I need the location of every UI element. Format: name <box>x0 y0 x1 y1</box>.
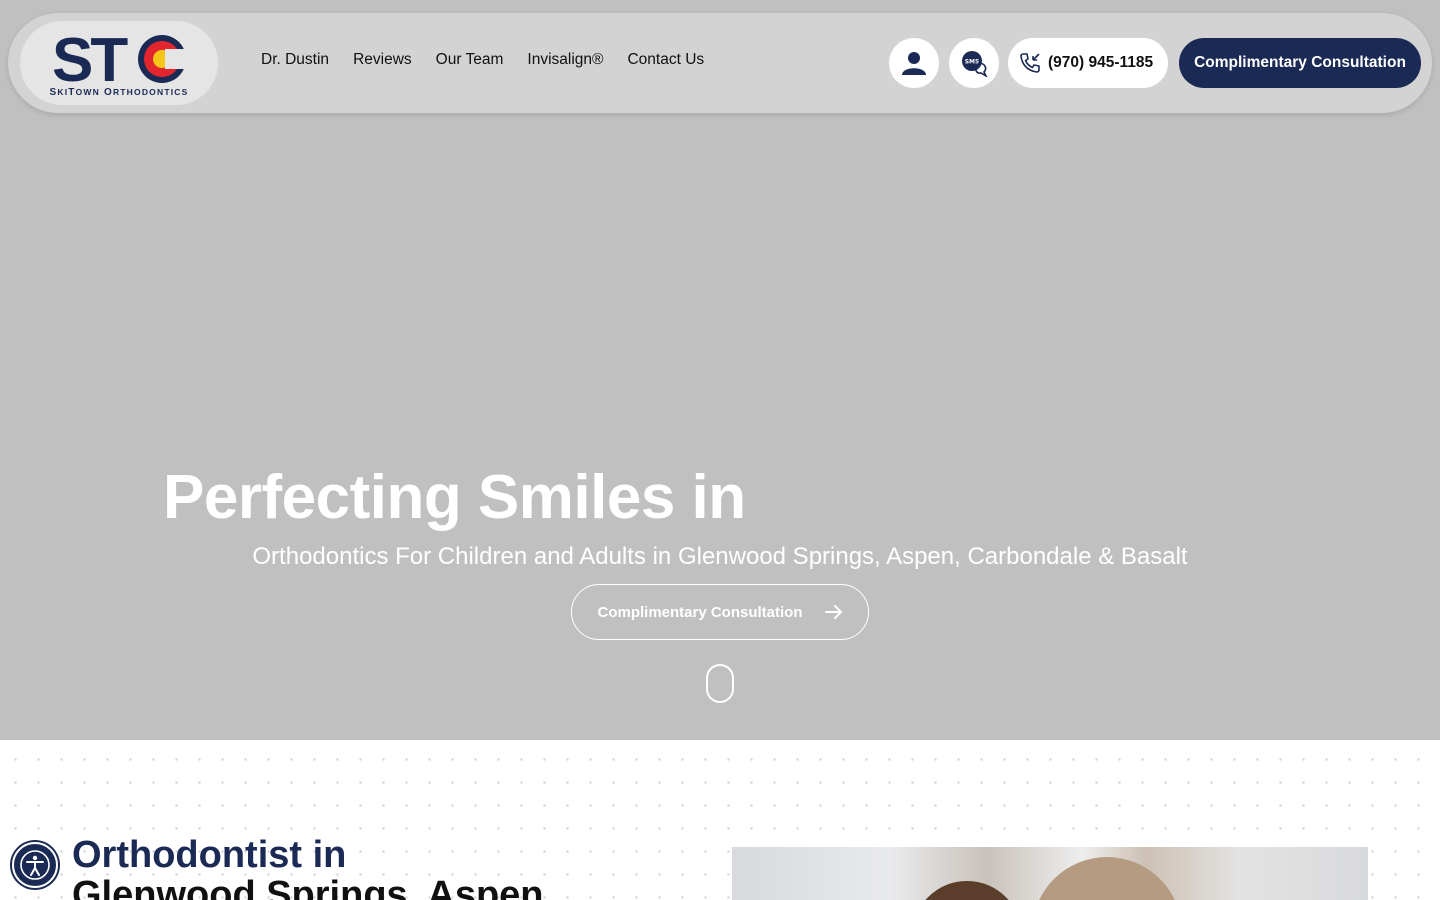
logo-sub-o: O <box>103 87 113 98</box>
intro-title-line2: Glenwood Springs, Aspen <box>72 874 544 900</box>
consultation-button[interactable]: Complimentary Consultation <box>1179 38 1421 88</box>
logo-sub-t: T <box>68 87 76 98</box>
logo[interactable]: ST SKITOWN ORTHODONTICS <box>20 21 218 105</box>
accessibility-button[interactable] <box>12 842 58 888</box>
logo-sub-ki: KI <box>57 87 69 97</box>
arrow-right-icon <box>824 605 842 619</box>
svg-text:SMS: SMS <box>965 59 980 66</box>
nav-link-our-team[interactable]: Our Team <box>436 51 504 69</box>
sms-chat-icon: SMS <box>962 51 988 77</box>
hero-title: Perfecting Smiles in <box>163 463 746 532</box>
logo-sub-rthodontics: RTHODONTICS <box>112 87 189 97</box>
nav-links: Dr. Dustin Reviews Our Team Invisalign® … <box>261 51 704 69</box>
photo-person-hat <box>1032 857 1182 900</box>
intro-title-line1: Orthodontist in <box>72 834 347 876</box>
hero-section: ST SKITOWN ORTHODONTICS Dr. Dustin Revie… <box>0 0 1440 740</box>
mouse-scroll-icon[interactable] <box>706 664 734 703</box>
hero-consultation-label: Complimentary Consultation <box>597 603 803 621</box>
logo-sub-own: OWN <box>75 87 100 97</box>
phone-number: (970) 945-1185 <box>1048 54 1154 71</box>
nav-link-reviews[interactable]: Reviews <box>353 51 412 69</box>
accessibility-icon <box>20 850 50 880</box>
logo-subtitle: SKITOWN ORTHODONTICS <box>20 87 218 98</box>
nav-link-contact-us[interactable]: Contact Us <box>627 51 704 69</box>
hero-consultation-button[interactable]: Complimentary Consultation <box>571 584 869 640</box>
sms-button[interactable]: SMS <box>949 38 999 88</box>
nav-link-invisalign[interactable]: Invisalign® <box>527 51 603 69</box>
user-icon <box>902 52 926 75</box>
patient-login-button[interactable] <box>889 38 939 88</box>
svg-text:ST: ST <box>52 29 128 89</box>
hero-subtitle: Orthodontics For Children and Adults in … <box>252 543 1188 570</box>
intro-photo <box>732 847 1368 900</box>
phone-icon <box>1020 53 1040 73</box>
intro-section: Orthodontist in Glenwood Springs, Aspen <box>0 740 1440 900</box>
stc-logo-icon: ST <box>52 29 192 89</box>
top-navigation: ST SKITOWN ORTHODONTICS Dr. Dustin Revie… <box>8 13 1432 113</box>
photo-person-hair <box>912 881 1022 900</box>
nav-link-dr-dustin[interactable]: Dr. Dustin <box>261 51 329 69</box>
phone-button[interactable]: (970) 945-1185 <box>1008 38 1168 88</box>
